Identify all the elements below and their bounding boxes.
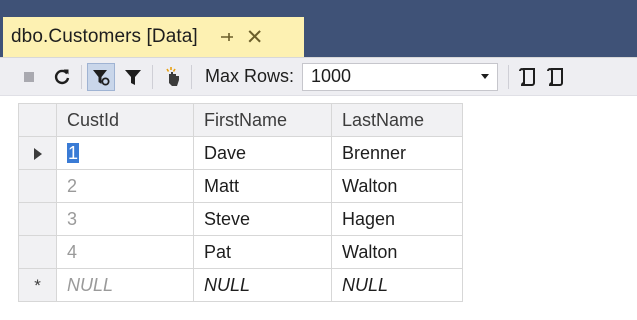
- column-header-custid[interactable]: CustId: [56, 103, 194, 137]
- cell-firstname-null[interactable]: NULL: [193, 268, 332, 302]
- toolbar-separator: [191, 64, 192, 89]
- script-icon: [519, 67, 536, 86]
- cell-lastname[interactable]: Brenner: [331, 136, 463, 170]
- stop-icon: [24, 71, 34, 82]
- cell-firstname[interactable]: Dave: [193, 136, 332, 170]
- document-tab-title: dbo.Customers [Data]: [11, 26, 198, 47]
- document-tab-customers-data[interactable]: dbo.Customers [Data] ✕: [3, 17, 304, 57]
- chevron-down-icon[interactable]: [481, 74, 490, 79]
- grid-header-row: CustId FirstName LastName: [18, 103, 463, 137]
- grid-corner[interactable]: [18, 103, 57, 137]
- close-icon[interactable]: ✕: [246, 27, 264, 48]
- cell-lastname[interactable]: Walton: [331, 235, 463, 269]
- row-selector[interactable]: [18, 169, 57, 203]
- cell-custid[interactable]: 2: [56, 169, 194, 203]
- cell-lastname[interactable]: Walton: [331, 169, 463, 203]
- column-header-firstname[interactable]: FirstName: [193, 103, 332, 137]
- row-selector[interactable]: [18, 235, 57, 269]
- max-rows-value: 1000: [311, 66, 352, 86]
- cell-custid[interactable]: 3: [56, 202, 194, 236]
- new-row: * NULL NULL NULL: [18, 268, 463, 302]
- cell-firstname[interactable]: Steve: [193, 202, 332, 236]
- toolbar-separator: [152, 64, 153, 89]
- filter-icon: [125, 69, 141, 85]
- toolbar-separator: [508, 64, 510, 89]
- row-selector[interactable]: [18, 202, 57, 236]
- new-row-marker-icon: *: [34, 275, 41, 295]
- cell-lastname-null[interactable]: NULL: [331, 268, 463, 302]
- cell-firstname[interactable]: Pat: [193, 235, 332, 269]
- refresh-icon: [54, 69, 70, 84]
- table-row: 2 Matt Walton: [18, 169, 463, 203]
- filter-active-icon: [93, 69, 110, 85]
- script-execute-icon: [547, 67, 564, 86]
- max-rows-label: Max Rows:: [205, 66, 295, 86]
- cell-custid[interactable]: 4: [56, 235, 194, 269]
- column-header-lastname[interactable]: LastName: [331, 103, 463, 137]
- cell-firstname[interactable]: Matt: [193, 169, 332, 203]
- script-button[interactable]: [514, 62, 542, 92]
- data-toolbar: Max Rows: 1000: [0, 58, 637, 96]
- apply-filter-button[interactable]: [87, 62, 115, 91]
- cell-custid[interactable]: 1: [56, 136, 194, 170]
- new-row-selector[interactable]: *: [18, 268, 57, 302]
- table-row: 3 Steve Hagen: [18, 202, 463, 236]
- filter-button[interactable]: [119, 63, 147, 91]
- cell-custid-null[interactable]: NULL: [56, 268, 194, 302]
- script-execute-button[interactable]: [542, 62, 570, 92]
- hand-pointer-icon: [166, 66, 179, 86]
- data-editor: Max Rows: 1000 CustId FirstName LastName: [0, 57, 637, 320]
- document-tab-strip: dbo.Customers [Data] ✕: [0, 0, 637, 57]
- current-row-arrow-icon: [33, 147, 42, 160]
- results-grid: CustId FirstName LastName 1 Dave Brenner…: [18, 103, 463, 302]
- max-rows-select[interactable]: 1000: [302, 62, 499, 91]
- cell-lastname[interactable]: Hagen: [331, 202, 463, 236]
- selected-cell-text: 1: [67, 142, 80, 163]
- toolbar-separator: [81, 64, 82, 89]
- table-row: 4 Pat Walton: [18, 235, 463, 269]
- table-row: 1 Dave Brenner: [18, 136, 463, 170]
- stop-button[interactable]: [14, 62, 44, 92]
- refresh-button[interactable]: [48, 62, 76, 92]
- hand-pointer-button[interactable]: [158, 62, 186, 92]
- pin-icon[interactable]: [220, 30, 234, 44]
- row-selector[interactable]: [18, 136, 57, 170]
